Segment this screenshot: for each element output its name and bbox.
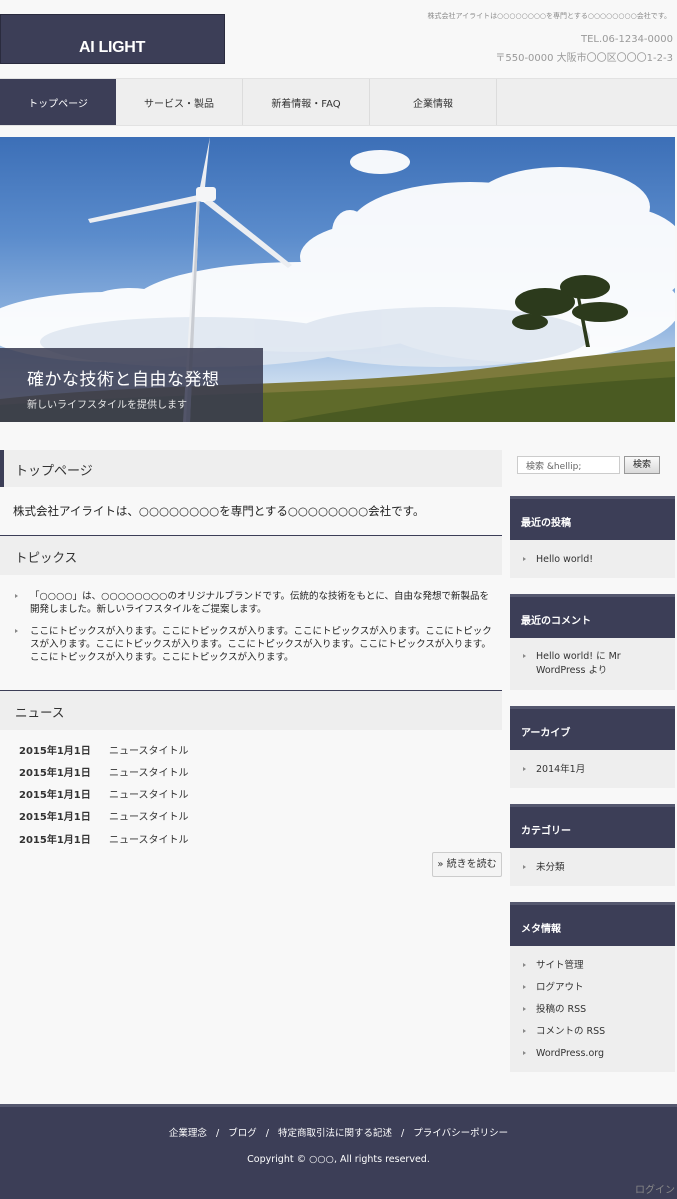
site-logo[interactable]: AI LIGHT [0, 14, 225, 64]
news-date: 2015年1月1日 [19, 746, 91, 757]
footer-link-blog[interactable]: ブログ [228, 1128, 257, 1139]
widget-recent-comments-title: 最近のコメント [510, 594, 675, 638]
widget-categories-title: カテゴリー [510, 804, 675, 848]
site-tagline: 株式会社アイライトは○○○○○○○○を専門とする○○○○○○○○会社です。 [427, 12, 671, 20]
topics-heading: トピックス [0, 535, 502, 575]
news-title[interactable]: ニュースタイトル [109, 768, 189, 779]
footer-separator: / [265, 1128, 269, 1139]
widget-link[interactable]: 2014年1月 [523, 763, 666, 777]
widget-link[interactable]: 投稿の RSS [523, 1003, 666, 1017]
news-date: 2015年1月1日 [19, 812, 91, 823]
widget-link[interactable]: サイト管理 [523, 959, 666, 973]
hero-subtitle: 新しいライフスタイルを提供します [27, 400, 187, 411]
footer-links: 企業理念 / ブログ / 特定商取引法に関する記述 / プライバシーポリシー [0, 1125, 677, 1139]
widget-recent-posts-title: 最近の投稿 [510, 496, 675, 540]
nav-item-company[interactable]: 企業情報 [370, 79, 497, 125]
copyright-text: Copyright © ○○○, All rights reserved. [247, 1154, 430, 1165]
nav-item-top[interactable]: トップページ [0, 79, 116, 125]
widget-archives: 2014年1月 [510, 750, 675, 788]
site-footer: 企業理念 / ブログ / 特定商取引法に関する記述 / プライバシーポリシー C… [0, 1104, 677, 1199]
widget-recent-comments: Hello world! に Mr WordPress より [510, 638, 675, 690]
nav-item-label: 企業情報 [413, 98, 453, 110]
footer-separator: / [215, 1128, 220, 1139]
news-date: 2015年1月1日 [19, 768, 91, 779]
widget-archives-title: アーカイブ [510, 706, 675, 750]
footer-link-commerce-law[interactable]: 特定商取引法に関する記述 [278, 1128, 392, 1139]
widget-recent-posts: Hello world! [510, 540, 675, 578]
hero-caption: 確かな技術と自由な発想 新しいライフスタイルを提供します [0, 348, 263, 422]
news-title[interactable]: ニュースタイトル [109, 812, 189, 823]
company-address: 〒550-0000 大阪市〇〇区〇〇〇1-2-3 [495, 53, 673, 64]
news-row[interactable]: 2015年1月1日 ニュースタイトル [19, 786, 189, 801]
news-heading: ニュース [0, 690, 502, 730]
news-row[interactable]: 2015年1月1日 ニュースタイトル [19, 808, 189, 823]
topics-list: 「○○○○」は、○○○○○○○○のオリジナルブランドです。伝統的な技術をもとに、… [15, 590, 497, 673]
nav-item-label: サービス・製品 [144, 98, 214, 110]
nav-item-news-faq[interactable]: 新着情報・FAQ [243, 79, 370, 125]
login-link[interactable]: ログイン [635, 1181, 675, 1196]
hero-title: 確かな技術と自由な発想 [27, 370, 220, 390]
phone-number: TEL.06-1234-0000 [580, 34, 673, 45]
widget-link[interactable]: 未分類 [523, 861, 666, 875]
news-row[interactable]: 2015年1月1日 ニュースタイトル [19, 831, 189, 846]
search-input[interactable]: 検索 &hellip; [517, 456, 620, 474]
news-row[interactable]: 2015年1月1日 ニュースタイトル [19, 742, 189, 757]
search-button[interactable]: 検索 [624, 456, 660, 474]
list-item: ここにトピックスが入ります。ここにトピックスが入ります。ここにトピックスが入りま… [15, 625, 497, 664]
widget-link[interactable]: Hello world! [523, 553, 666, 567]
nav-item-label: 新着情報・FAQ [271, 98, 341, 110]
news-title[interactable]: ニュースタイトル [109, 790, 189, 801]
page-title: トップページ [0, 450, 502, 487]
widget-meta-title: メタ情報 [510, 902, 675, 946]
widget-link[interactable]: コメントの RSS [523, 1025, 666, 1039]
news-date: 2015年1月1日 [19, 835, 91, 846]
news-row[interactable]: 2015年1月1日 ニュースタイトル [19, 764, 189, 779]
news-date: 2015年1月1日 [19, 790, 91, 801]
widget-link[interactable]: Hello world! に Mr WordPress より [523, 650, 666, 678]
widget-meta: サイト管理 ログアウト 投稿の RSS コメントの RSS WordPress.… [510, 946, 675, 1072]
main-nav: トップページ サービス・製品 新着情報・FAQ 企業情報 [0, 78, 677, 126]
news-title[interactable]: ニュースタイトル [109, 835, 189, 846]
footer-link-philosophy[interactable]: 企業理念 [169, 1128, 207, 1139]
footer-separator: / [401, 1128, 405, 1139]
read-more-button[interactable]: » 続きを読む [432, 852, 502, 877]
news-title[interactable]: ニュースタイトル [109, 746, 189, 757]
list-item: 「○○○○」は、○○○○○○○○のオリジナルブランドです。伝統的な技術をもとに、… [15, 590, 497, 616]
footer-link-privacy[interactable]: プライバシーポリシー [413, 1128, 508, 1139]
widget-categories: 未分類 [510, 848, 675, 886]
widget-link[interactable]: ログアウト [523, 981, 666, 995]
intro-text: 株式会社アイライトは、○○○○○○○○を専門とする○○○○○○○○会社です。 [13, 504, 425, 518]
nav-item-label: トップページ [28, 98, 88, 110]
widget-link[interactable]: WordPress.org [523, 1047, 666, 1061]
nav-item-services[interactable]: サービス・製品 [116, 79, 243, 125]
